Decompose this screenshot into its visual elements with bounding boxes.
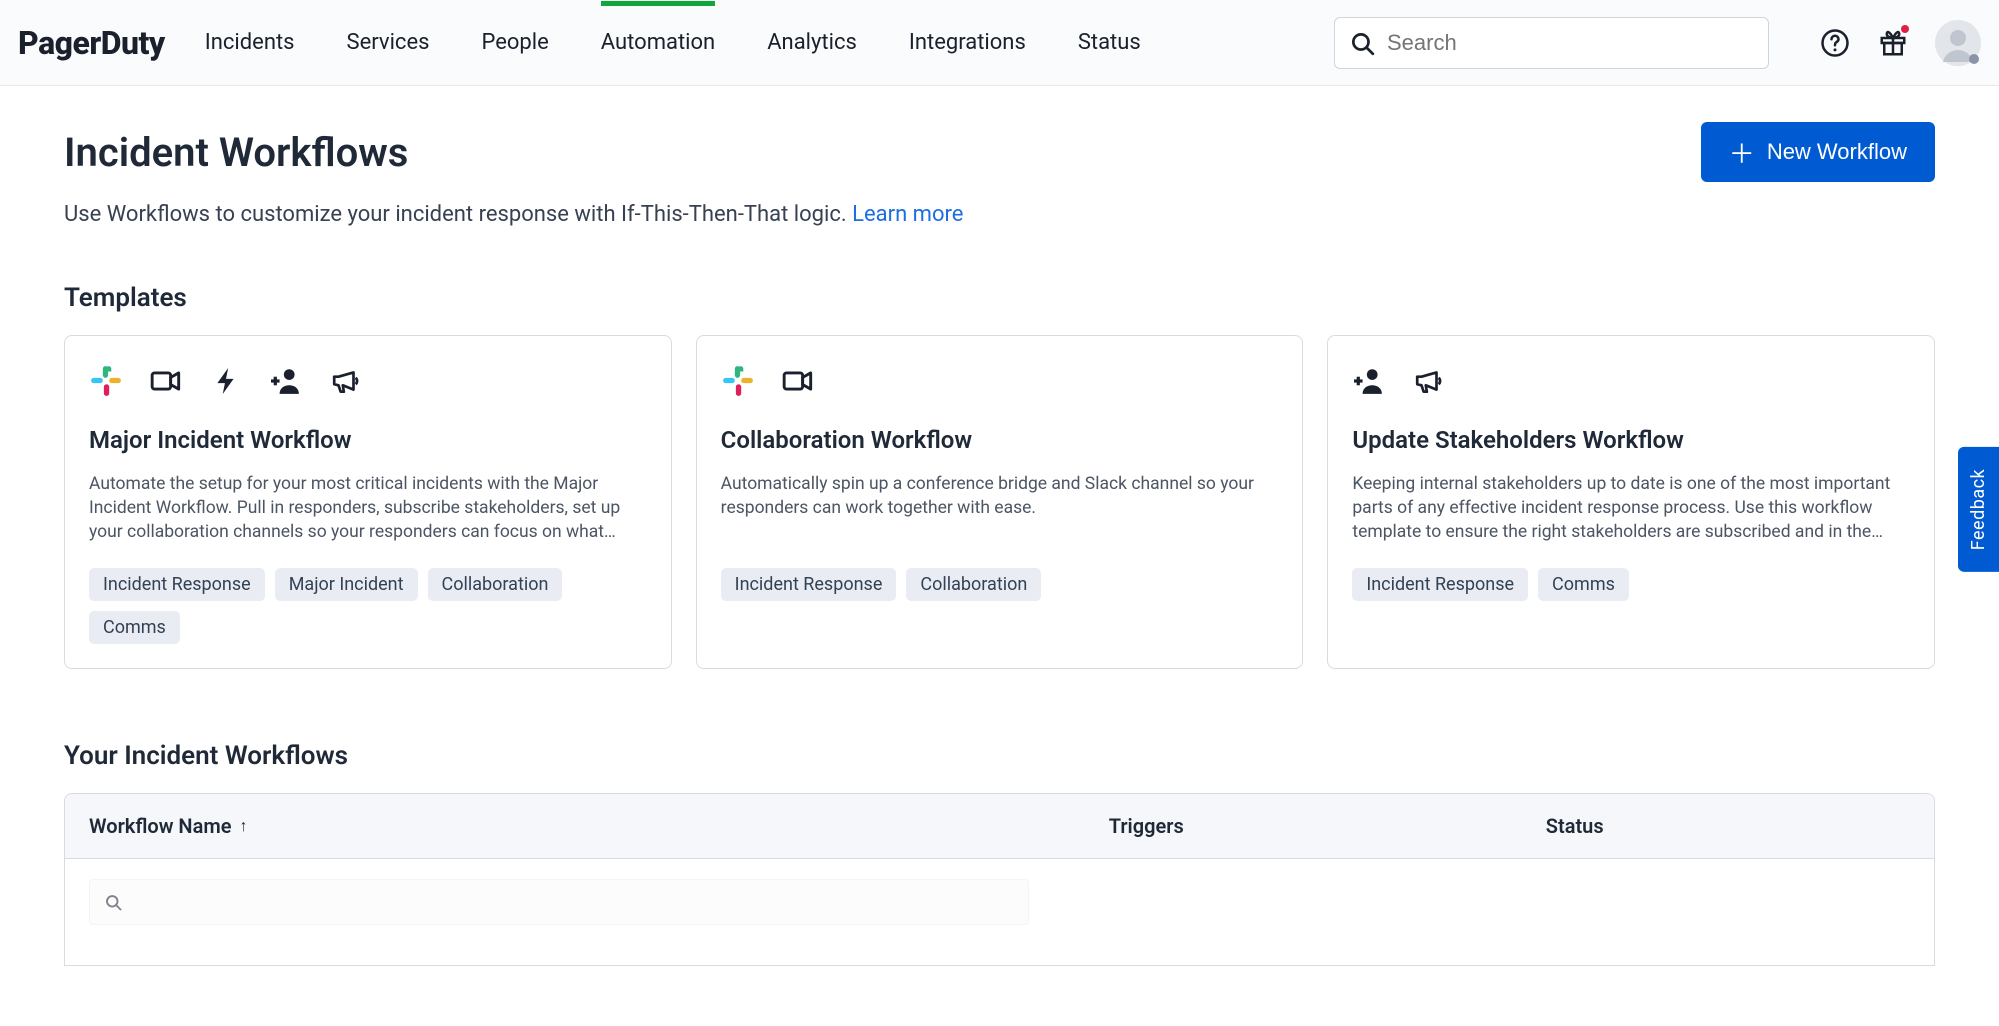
card-desc: Automate the setup for your most critica… [89, 472, 647, 546]
new-workflow-label: New Workflow [1767, 139, 1907, 165]
tag: Incident Response [89, 568, 265, 601]
templates-heading: Templates [64, 283, 1935, 313]
your-workflows-heading: Your Incident Workflows [64, 741, 1935, 771]
search-icon [104, 893, 122, 911]
plus-icon: ＋ [1729, 134, 1755, 171]
add-person-icon [1352, 364, 1386, 398]
card-title: Update Stakeholders Workflow [1352, 426, 1910, 454]
col-workflow-name[interactable]: Workflow Name ↑ [89, 814, 1109, 838]
templates-row: Major Incident Workflow Automate the set… [64, 335, 1935, 669]
video-icon [781, 364, 815, 398]
card-icons [89, 362, 647, 400]
feedback-tab[interactable]: Feedback [1958, 446, 1999, 571]
card-icons [1352, 362, 1910, 400]
search-input[interactable] [1387, 30, 1754, 56]
col-status[interactable]: Status [1546, 814, 1910, 838]
tag: Incident Response [1352, 568, 1528, 601]
slack-icon [721, 364, 755, 398]
card-desc: Keeping internal stakeholders up to date… [1352, 472, 1910, 546]
sort-asc-icon: ↑ [239, 816, 247, 836]
card-tags: Incident Response Collaboration [721, 568, 1279, 601]
card-icons [721, 362, 1279, 400]
megaphone-icon [329, 364, 363, 398]
nav-incidents[interactable]: Incidents [205, 2, 295, 83]
add-person-icon [269, 364, 303, 398]
card-title: Collaboration Workflow [721, 426, 1279, 454]
learn-more-link[interactable]: Learn more [852, 202, 963, 227]
help-icon [1820, 28, 1850, 58]
bolt-icon [209, 364, 243, 398]
card-desc: Automatically spin up a conference bridg… [721, 472, 1279, 546]
page-lead: Use Workflows to customize your incident… [64, 202, 1935, 227]
table-filter[interactable] [89, 879, 1029, 925]
main-nav: Incidents Services People Automation Ana… [205, 2, 1141, 83]
template-card-update-stakeholders[interactable]: Update Stakeholders Workflow Keeping int… [1327, 335, 1935, 669]
template-card-collaboration[interactable]: Collaboration Workflow Automatically spi… [696, 335, 1304, 669]
global-search[interactable] [1334, 17, 1769, 69]
megaphone-icon [1412, 364, 1446, 398]
page-title: Incident Workflows [64, 129, 408, 176]
tag: Major Incident [275, 568, 418, 601]
table-body [65, 859, 1934, 965]
help-button[interactable] [1815, 23, 1855, 63]
topbar: PagerDuty Incidents Services People Auto… [0, 0, 1999, 86]
card-title: Major Incident Workflow [89, 426, 647, 454]
user-avatar[interactable] [1935, 20, 1981, 66]
avatar-icon [1935, 20, 1981, 66]
card-tags: Incident Response Major Incident Collabo… [89, 568, 647, 644]
nav-integrations[interactable]: Integrations [909, 2, 1026, 83]
nav-analytics[interactable]: Analytics [767, 2, 857, 83]
workflows-table: Workflow Name ↑ Triggers Status [64, 793, 1935, 966]
table-header: Workflow Name ↑ Triggers Status [65, 794, 1934, 859]
search-icon [1349, 30, 1375, 56]
brand-logo[interactable]: PagerDuty [18, 24, 165, 62]
notification-dot-icon [1901, 25, 1909, 33]
new-workflow-button[interactable]: ＋ New Workflow [1701, 122, 1935, 182]
tag: Collaboration [906, 568, 1041, 601]
video-icon [149, 364, 183, 398]
tag: Incident Response [721, 568, 897, 601]
tag: Comms [1538, 568, 1629, 601]
nav-services[interactable]: Services [347, 2, 430, 83]
tag: Comms [89, 611, 180, 644]
slack-icon [89, 364, 123, 398]
nav-automation[interactable]: Automation [601, 2, 715, 83]
nav-people[interactable]: People [481, 2, 548, 83]
gift-button[interactable] [1873, 23, 1913, 63]
nav-status[interactable]: Status [1078, 2, 1141, 83]
tag: Collaboration [428, 568, 563, 601]
card-tags: Incident Response Comms [1352, 568, 1910, 601]
col-triggers[interactable]: Triggers [1109, 814, 1546, 838]
template-card-major-incident[interactable]: Major Incident Workflow Automate the set… [64, 335, 672, 669]
